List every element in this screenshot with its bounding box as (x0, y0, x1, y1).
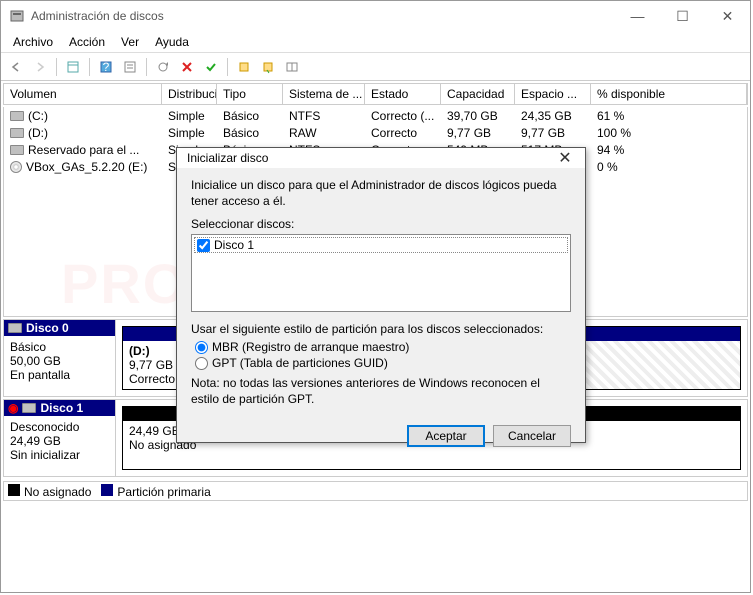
disk-icon (8, 323, 22, 333)
back-button[interactable] (5, 56, 27, 78)
forward-button[interactable] (29, 56, 51, 78)
disk-icon (10, 111, 24, 121)
check-button[interactable] (200, 56, 222, 78)
cd-icon (10, 161, 22, 173)
volume-list-header: Volumen Distribución Tipo Sistema de ...… (3, 83, 748, 105)
disk-management-window: Administración de discos — ☐ ✕ Archivo A… (0, 0, 751, 593)
mbr-radio[interactable] (195, 341, 208, 354)
minimize-button[interactable]: — (615, 1, 660, 31)
dialog-style-label: Usar el siguiente estilo de partición pa… (191, 322, 571, 336)
dialog-close-button[interactable]: ✕ (545, 148, 585, 168)
col-espacio[interactable]: Espacio ... (515, 84, 591, 104)
disk-info: Disco 1Desconocido24,49 GBSin inicializa… (4, 400, 116, 476)
titlebar: Administración de discos — ☐ ✕ (1, 1, 750, 31)
col-sistema[interactable]: Sistema de ... (283, 84, 365, 104)
volume-row[interactable]: (D:)SimpleBásicoRAWCorrecto9,77 GB9,77 G… (4, 124, 747, 141)
disk-header: Disco 0 (4, 320, 115, 336)
col-tipo[interactable]: Tipo (217, 84, 283, 104)
menu-accion[interactable]: Acción (61, 33, 113, 51)
disk-icon (10, 145, 24, 155)
dialog-intro: Inicialice un disco para que el Administ… (191, 178, 571, 209)
list-button[interactable] (281, 56, 303, 78)
dialog-select-label: Seleccionar discos: (191, 217, 571, 231)
col-volumen[interactable]: Volumen (4, 84, 162, 104)
disk-select-item[interactable]: Disco 1 (194, 237, 568, 253)
gpt-radio[interactable] (195, 357, 208, 370)
menu-archivo[interactable]: Archivo (5, 33, 61, 51)
disk-info: Disco 0Básico50,00 GBEn pantalla (4, 320, 116, 396)
col-capacidad[interactable]: Capacidad (441, 84, 515, 104)
ok-button[interactable]: Aceptar (407, 425, 485, 447)
menu-ayuda[interactable]: Ayuda (147, 33, 197, 51)
window-title: Administración de discos (31, 9, 164, 23)
help-button[interactable]: ? (95, 56, 117, 78)
legend-unalloc-label: No asignado (24, 485, 91, 499)
col-estado[interactable]: Estado (365, 84, 441, 104)
dialog-note: Nota: no todas las versiones anteriores … (191, 376, 571, 407)
legend-unalloc-swatch (8, 484, 20, 496)
volume-row[interactable]: (C:)SimpleBásicoNTFSCorrecto (...39,70 G… (4, 107, 747, 124)
disk-icon (10, 128, 24, 138)
properties-button[interactable] (119, 56, 141, 78)
refresh-button[interactable] (152, 56, 174, 78)
delete-button[interactable] (176, 56, 198, 78)
app-icon (9, 8, 25, 24)
disk1-label: Disco 1 (214, 238, 254, 252)
col-pct[interactable]: % disponible (591, 84, 747, 104)
disk-header: Disco 1 (4, 400, 115, 416)
action-button[interactable] (257, 56, 279, 78)
dialog-title: Inicializar disco (187, 151, 268, 165)
menu-ver[interactable]: Ver (113, 33, 147, 51)
disk-select-list: Disco 1 (191, 234, 571, 312)
toolbar: ? (1, 53, 750, 81)
gpt-option[interactable]: GPT (Tabla de particiones GUID) (195, 356, 571, 370)
menubar: Archivo Acción Ver Ayuda (1, 31, 750, 53)
view-button[interactable] (62, 56, 84, 78)
svg-text:?: ? (103, 60, 110, 74)
new-button[interactable] (233, 56, 255, 78)
close-button[interactable]: ✕ (705, 1, 750, 31)
mbr-option[interactable]: MBR (Registro de arranque maestro) (195, 340, 571, 354)
cancel-button[interactable]: Cancelar (493, 425, 571, 447)
legend: No asignado Partición primaria (3, 481, 748, 501)
disk1-checkbox[interactable] (197, 239, 210, 252)
maximize-button[interactable]: ☐ (660, 1, 705, 31)
legend-primary-label: Partición primaria (117, 485, 210, 499)
disk-icon (22, 403, 36, 413)
initialize-disk-dialog: Inicializar disco ✕ Inicialice un disco … (176, 147, 586, 443)
legend-primary-swatch (101, 484, 113, 496)
col-distribucion[interactable]: Distribución (162, 84, 217, 104)
dialog-titlebar: Inicializar disco ✕ (177, 148, 585, 168)
